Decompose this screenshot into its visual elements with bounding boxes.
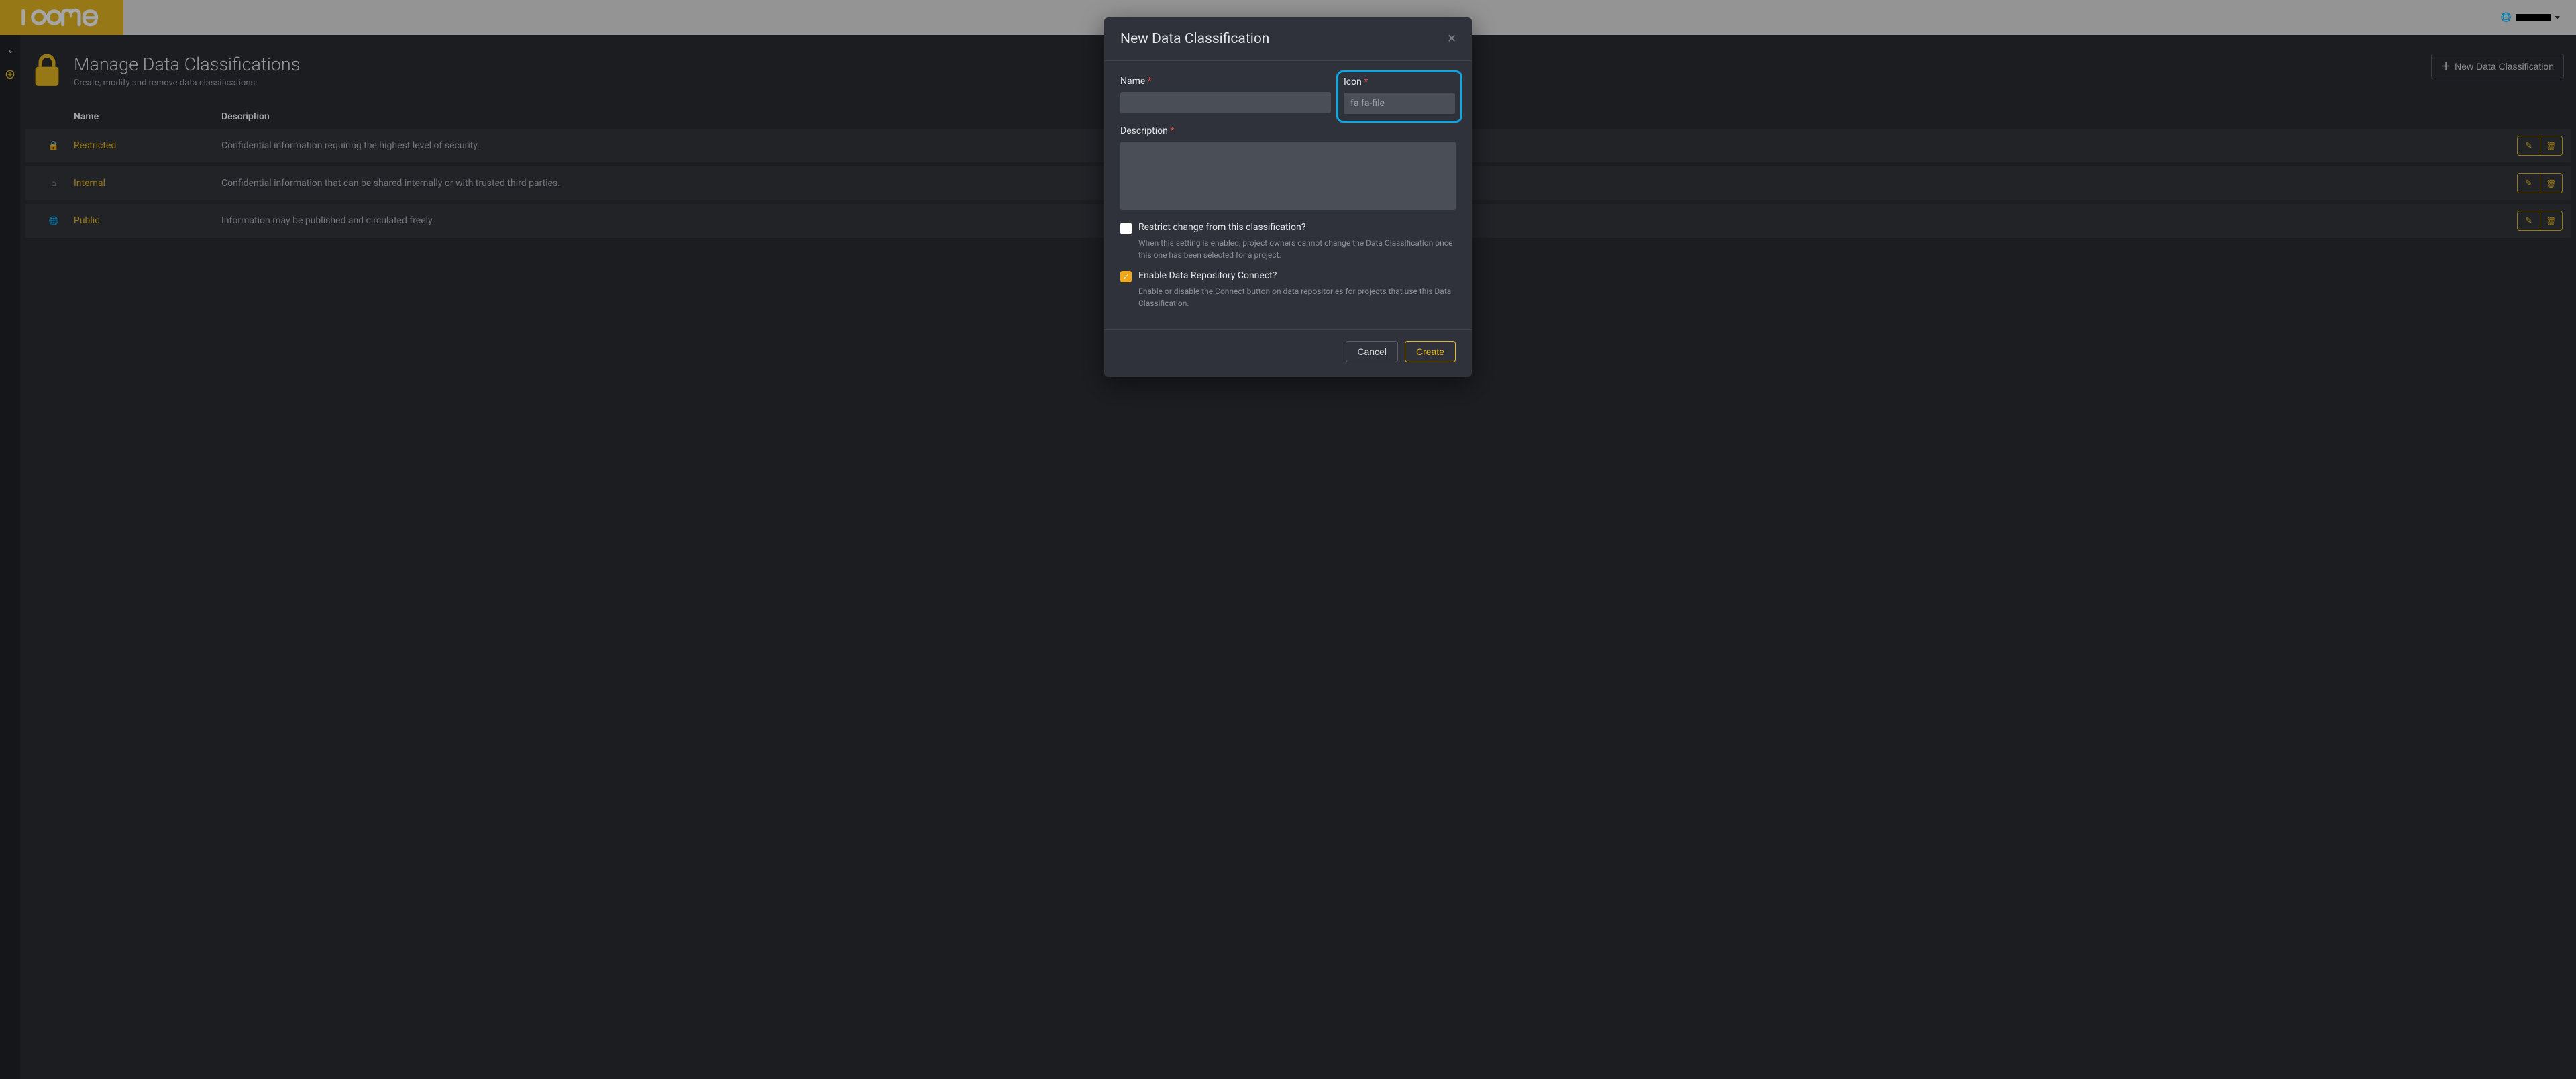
check-icon [1122,272,1129,282]
modal-title: New Data Classification [1120,31,1269,47]
enable-connect-option: Enable Data Repository Connect? Enable o… [1120,270,1456,309]
enable-connect-checkbox[interactable] [1120,271,1132,282]
description-input[interactable] [1120,142,1456,210]
modal-footer: Cancel Create [1104,329,1472,377]
restrict-change-label: Restrict change from this classification… [1138,222,1456,233]
description-field: Description * [1120,125,1456,213]
required-indicator: * [1364,76,1368,87]
icon-input[interactable] [1344,93,1455,114]
enable-connect-label: Enable Data Repository Connect? [1138,270,1456,281]
required-indicator: * [1170,125,1174,136]
name-field: Name * [1120,76,1331,115]
restrict-change-checkbox[interactable] [1120,223,1132,234]
restrict-change-help: When this setting is enabled, project ow… [1138,237,1456,261]
create-button[interactable]: Create [1405,341,1456,362]
cancel-button[interactable]: Cancel [1346,341,1398,362]
modal-body: Name * Icon * Description * [1104,61,1472,317]
icon-label: Icon * [1344,76,1455,87]
name-input[interactable] [1120,92,1331,113]
icon-field: Icon * [1343,76,1456,115]
restrict-change-option: Restrict change from this classification… [1120,222,1456,261]
description-label: Description * [1120,125,1456,136]
required-indicator: * [1148,76,1152,87]
new-classification-modal: New Data Classification × Name * Icon * [1104,17,1472,377]
modal-close-button[interactable]: × [1448,32,1456,46]
enable-connect-help: Enable or disable the Connect button on … [1138,285,1456,309]
close-icon: × [1448,30,1456,47]
modal-header: New Data Classification × [1104,17,1472,61]
name-label: Name * [1120,76,1331,87]
icon-field-highlight: Icon * [1336,70,1462,123]
